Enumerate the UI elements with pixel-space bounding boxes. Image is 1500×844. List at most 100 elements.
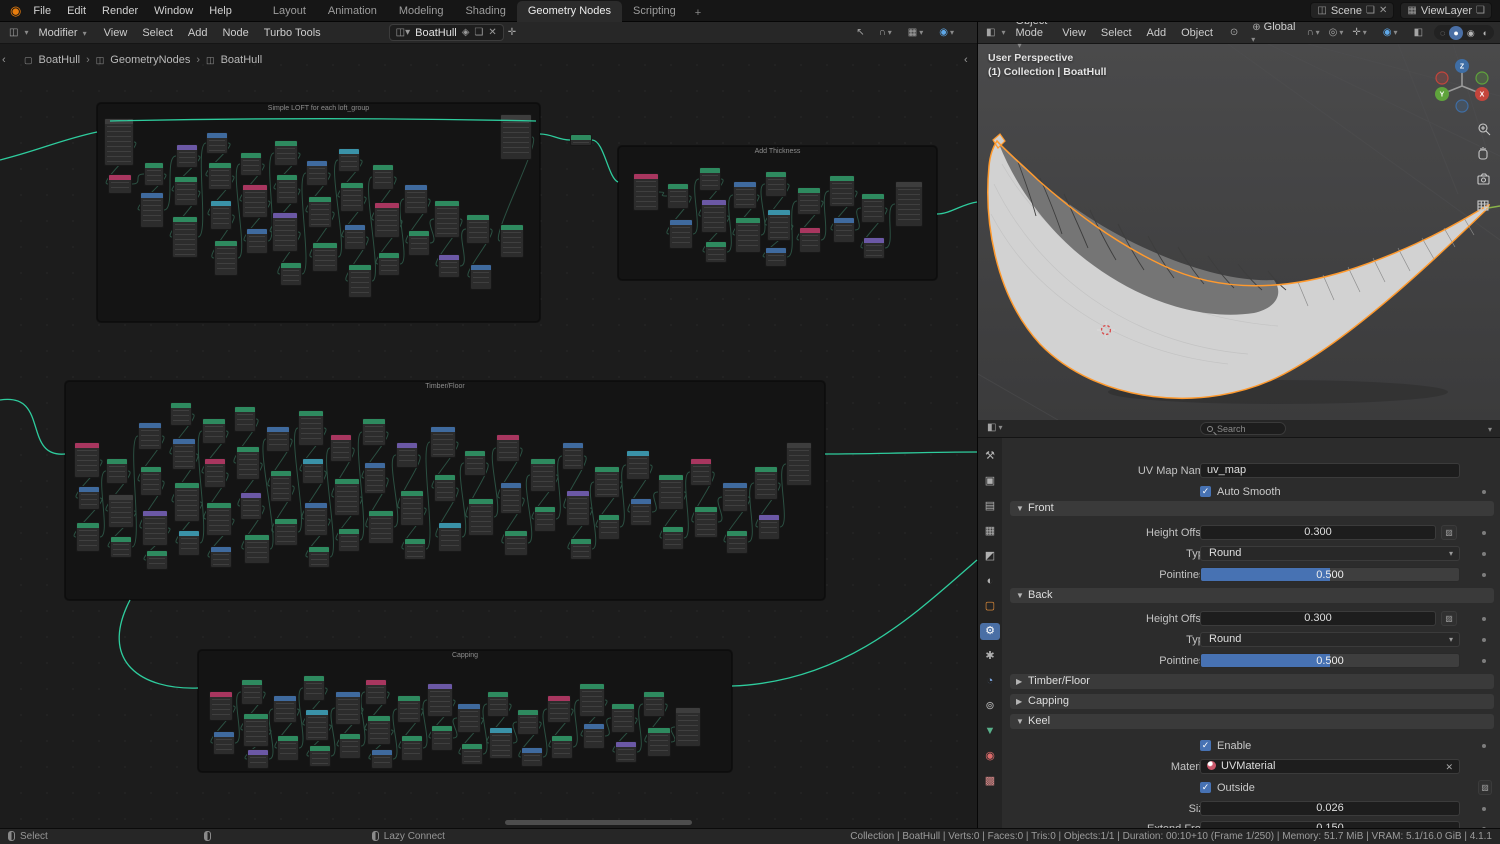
node[interactable]	[521, 747, 543, 767]
magnet-icon[interactable]: ∩▾	[876, 27, 897, 38]
menu-turbo-tools[interactable]: Turbo Tools	[257, 27, 328, 39]
blender-logo-icon[interactable]: ◉	[10, 3, 21, 19]
node[interactable]	[312, 242, 338, 272]
texture-button-icon[interactable]: ▨	[1441, 611, 1457, 626]
node[interactable]	[364, 462, 386, 494]
menu-node[interactable]: Node	[215, 27, 255, 39]
breadcrumb-object[interactable]: BoatHull	[39, 54, 81, 66]
animate-dot[interactable]	[1482, 531, 1486, 535]
node[interactable]	[334, 478, 360, 516]
node[interactable]	[138, 422, 162, 450]
node[interactable]	[562, 442, 584, 470]
node[interactable]	[204, 458, 226, 488]
node[interactable]	[797, 187, 821, 215]
node[interactable]	[378, 252, 400, 276]
menu-view[interactable]: View	[97, 27, 135, 39]
node[interactable]	[534, 506, 556, 532]
node[interactable]	[722, 482, 748, 512]
node[interactable]	[633, 173, 659, 211]
node[interactable]	[146, 550, 168, 570]
overlays-toggle-icon[interactable]: ◉▾	[936, 27, 959, 38]
shading-rendered-icon[interactable]: ◐	[1479, 26, 1492, 40]
node-tree-selector[interactable]: ◫▾ BoatHull ◈ ❏ ✕	[389, 24, 504, 41]
node[interactable]	[174, 176, 198, 206]
node[interactable]	[530, 458, 556, 492]
back-height-offset-field[interactable]: 0.300	[1200, 611, 1436, 626]
editor-type-icon[interactable]: ◧	[983, 27, 998, 38]
node[interactable]	[144, 162, 164, 186]
node[interactable]	[690, 458, 712, 486]
animate-dot[interactable]	[1482, 573, 1486, 577]
object-mode-dropdown[interactable]: Object Mode ▾	[1008, 22, 1054, 51]
horizontal-scrollbar[interactable]	[505, 820, 692, 825]
node[interactable]	[626, 450, 650, 480]
props-tab-view-layer[interactable]: ▦	[980, 523, 1000, 540]
props-tab-modifier[interactable]: ⚙	[980, 623, 1000, 640]
keel-extend-front-field[interactable]: 0.150	[1200, 821, 1460, 828]
overlays-toggle-icon[interactable]: ◉▾	[1380, 27, 1403, 38]
node[interactable]	[615, 741, 637, 763]
front-pointiness-slider[interactable]: 0.500	[1200, 567, 1460, 582]
menu-window[interactable]: Window	[146, 5, 201, 17]
node[interactable]	[304, 502, 328, 536]
menu-file[interactable]: File	[25, 5, 59, 17]
node[interactable]	[244, 534, 270, 564]
node[interactable]	[758, 514, 780, 540]
editor-type-caret-icon[interactable]: ▾	[22, 28, 30, 37]
proportional-edit-icon[interactable]: ◎▾	[1326, 27, 1349, 38]
props-tab-world[interactable]: ◐	[980, 573, 1000, 590]
node[interactable]	[434, 474, 456, 502]
node[interactable]	[630, 498, 652, 526]
breadcrumb-tree[interactable]: BoatHull	[221, 54, 263, 66]
node[interactable]	[308, 196, 332, 228]
node[interactable]	[583, 723, 605, 749]
tab-scripting[interactable]: Scripting	[622, 1, 687, 22]
texture-button-icon[interactable]: ▨	[1441, 525, 1457, 540]
animate-dot[interactable]	[1482, 659, 1486, 663]
viewlayer-selector[interactable]: ▦ ViewLayer ❏	[1400, 2, 1492, 19]
node[interactable]	[487, 691, 509, 717]
node-frame[interactable]: Simple LOFT for each loft_group	[97, 103, 540, 322]
node[interactable]	[611, 703, 635, 733]
node[interactable]	[340, 182, 364, 212]
node[interactable]	[765, 247, 787, 267]
node[interactable]	[566, 490, 590, 526]
node[interactable]	[140, 192, 164, 228]
node[interactable]	[140, 466, 162, 496]
node[interactable]	[305, 709, 329, 741]
node[interactable]	[466, 214, 490, 244]
node[interactable]	[468, 498, 494, 536]
node[interactable]	[754, 466, 778, 500]
node[interactable]	[767, 209, 791, 241]
node[interactable]	[895, 181, 923, 227]
add-workspace-button[interactable]: +	[687, 4, 709, 22]
props-tab-material[interactable]: ◉	[980, 748, 1000, 765]
props-tab-output[interactable]: ▤	[980, 498, 1000, 515]
node[interactable]	[438, 254, 460, 278]
node[interactable]	[172, 438, 196, 470]
node[interactable]	[829, 175, 855, 207]
node[interactable]	[272, 212, 298, 252]
section-capping[interactable]: ▶ Capping	[1010, 694, 1494, 709]
node[interactable]	[461, 743, 483, 765]
node[interactable]	[234, 406, 256, 432]
editor-type-icon[interactable]: ◫	[6, 27, 21, 38]
tab-modeling[interactable]: Modeling	[388, 1, 455, 22]
node[interactable]	[362, 418, 386, 446]
auto-smooth-checkbox[interactable]: ✓	[1200, 486, 1211, 497]
node[interactable]	[303, 675, 325, 701]
node[interactable]	[705, 241, 727, 263]
node[interactable]	[210, 200, 232, 230]
uv-map-input[interactable]: uv_map	[1200, 463, 1460, 478]
node[interactable]	[799, 227, 821, 253]
node[interactable]	[733, 181, 757, 209]
props-tab-physics[interactable]: ◔	[980, 673, 1000, 690]
front-height-offset-field[interactable]: 0.300	[1200, 525, 1436, 540]
node[interactable]	[504, 530, 528, 556]
node[interactable]	[170, 402, 192, 426]
node[interactable]	[675, 707, 701, 747]
node[interactable]	[76, 522, 100, 552]
node[interactable]	[372, 164, 394, 190]
node[interactable]	[273, 695, 297, 723]
node[interactable]	[396, 442, 418, 468]
